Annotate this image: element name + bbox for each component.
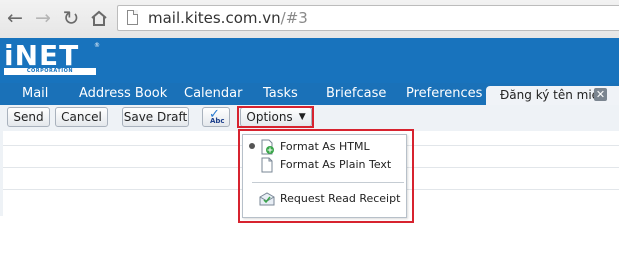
tab-compose-label: Đăng ký tên miề [500, 88, 600, 102]
url-text[interactable]: mail.kites.com.vn/#3 [148, 9, 308, 27]
logo-text: iNET [4, 39, 80, 72]
tab-address-book[interactable]: Address Book [79, 86, 167, 101]
options-highlight-box [237, 106, 314, 128]
spell-check-icon: ✓ Abc [209, 107, 225, 125]
tab-mail[interactable]: Mail [22, 86, 48, 101]
send-button[interactable]: Send [7, 107, 50, 127]
tab-compose-active[interactable]: Đăng ký tên miề ✕ [486, 86, 619, 105]
cancel-button[interactable]: Cancel [55, 107, 108, 127]
menu-highlight-box [238, 129, 414, 223]
logo-subtitle: CORPORATION [4, 68, 96, 75]
reload-icon[interactable]: ↻ [60, 7, 82, 29]
save-draft-button[interactable]: Save Draft [122, 107, 189, 127]
app-tabs-bar: Mail Address Book Calendar Tasks Briefca… [0, 83, 619, 105]
logo-registered-mark: ® [94, 42, 100, 49]
home-icon[interactable] [88, 7, 110, 29]
tab-preferences[interactable]: Preferences [406, 86, 482, 101]
tab-briefcase[interactable]: Briefcase [326, 86, 386, 101]
spell-check-button[interactable]: ✓ Abc [202, 107, 230, 127]
browser-toolbar: ← → ↻ mail.kites.com.vn/#3 [0, 0, 619, 39]
tab-calendar[interactable]: Calendar [184, 86, 242, 101]
tab-tasks[interactable]: Tasks [263, 86, 298, 101]
forward-arrow-icon[interactable]: → [32, 7, 54, 29]
page-icon [127, 10, 138, 25]
back-arrow-icon[interactable]: ← [4, 7, 26, 29]
address-bar[interactable]: mail.kites.com.vn/#3 [117, 5, 619, 31]
close-tab-icon[interactable]: ✕ [594, 88, 607, 101]
inet-logo: iNET ® CORPORATION [2, 42, 102, 78]
compose-left-edge [0, 131, 3, 216]
